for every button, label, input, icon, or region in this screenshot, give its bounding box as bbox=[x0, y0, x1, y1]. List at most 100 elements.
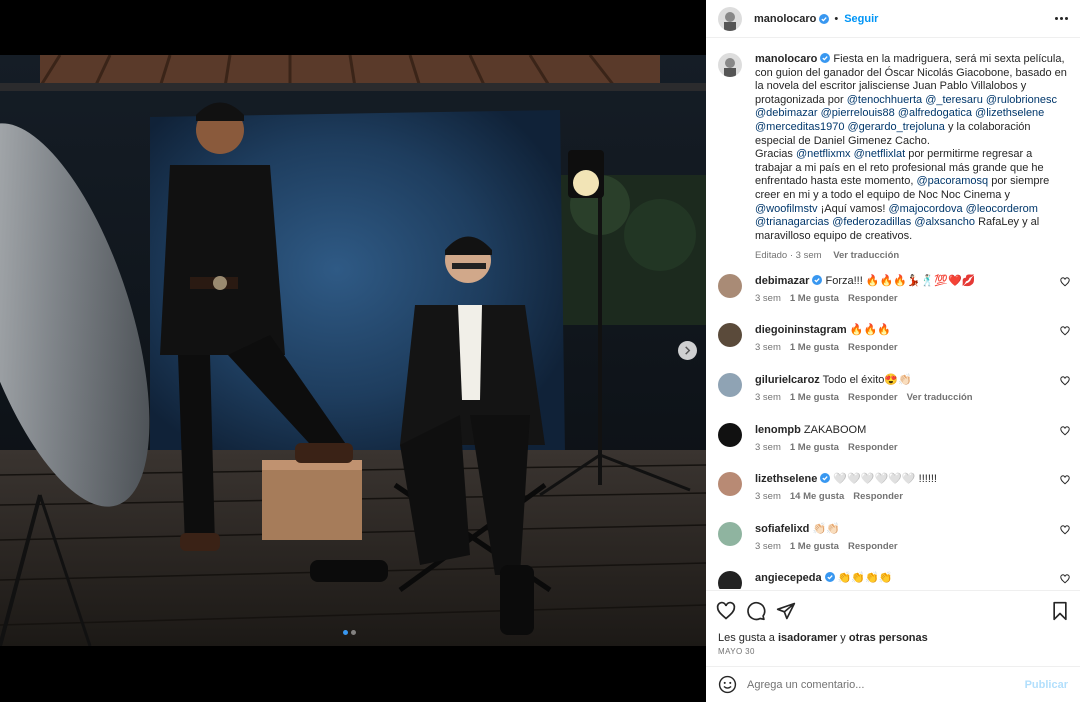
mention-link[interactable]: @majocordova bbox=[888, 203, 962, 215]
comment-username[interactable]: angiecepeda bbox=[755, 572, 822, 584]
photo-pane bbox=[0, 0, 706, 702]
reply-button[interactable]: Responder bbox=[848, 442, 898, 453]
comment-meta: 3 sem 1 Me gusta Responder bbox=[755, 441, 1068, 455]
mention-link[interactable]: @woofilmstv bbox=[755, 203, 818, 215]
follow-button[interactable]: Seguir bbox=[844, 13, 878, 25]
avatar[interactable] bbox=[718, 323, 742, 347]
comment-username[interactable]: gilurielcaroz bbox=[755, 374, 820, 386]
comment-heart-icon[interactable] bbox=[1060, 376, 1070, 386]
reply-button[interactable]: Responder bbox=[848, 392, 898, 403]
comment-heart-icon[interactable] bbox=[1060, 574, 1070, 584]
post-header: manolocaro • Seguir bbox=[706, 0, 1080, 38]
mention-link[interactable]: @netflixmx bbox=[796, 148, 851, 160]
reply-button[interactable]: Responder bbox=[848, 293, 898, 304]
comment-likes[interactable]: 1 Me gusta bbox=[790, 293, 839, 304]
mention-link[interactable]: @alxsancho bbox=[914, 216, 975, 228]
avatar[interactable] bbox=[718, 373, 742, 397]
carousel-indicator bbox=[343, 630, 356, 635]
comment-text: 🤍🤍🤍🤍🤍🤍 !!!!!! bbox=[833, 473, 937, 485]
post-photo[interactable] bbox=[0, 55, 706, 646]
reply-button[interactable]: Responder bbox=[853, 491, 903, 502]
comment-username[interactable]: diegoininstagram bbox=[755, 324, 847, 336]
caption-text: manolocaro Fiesta en la madriguera, será… bbox=[755, 53, 1068, 243]
comment-likes[interactable]: 1 Me gusta bbox=[790, 541, 839, 552]
avatar[interactable] bbox=[718, 522, 742, 546]
comment-text: 👏👏👏👏 bbox=[837, 572, 893, 584]
comment-heart-icon[interactable] bbox=[1060, 525, 1070, 535]
comment-item: lizethselene 🤍🤍🤍🤍🤍🤍 !!!!!! 3 sem 14 Me gus… bbox=[706, 472, 1080, 504]
heart-icon[interactable] bbox=[716, 601, 736, 621]
carousel-dot bbox=[351, 630, 356, 635]
comment-likes[interactable]: 1 Me gusta bbox=[790, 392, 839, 403]
comments-scroll[interactable]: manolocaro Fiesta en la madriguera, será… bbox=[706, 39, 1080, 589]
share-icon[interactable] bbox=[776, 601, 796, 621]
mention-link[interactable]: @_teresaru bbox=[925, 94, 983, 106]
separator-dot: • bbox=[834, 12, 839, 25]
comment-heart-icon[interactable] bbox=[1060, 277, 1070, 287]
likes-mid: y bbox=[837, 632, 849, 644]
comment-username[interactable]: sofiafelixd bbox=[755, 523, 809, 535]
comment-heart-icon[interactable] bbox=[1060, 426, 1070, 436]
comment-username[interactable]: debimazar bbox=[755, 275, 809, 287]
comment-item: angiecepeda 👏👏👏👏 bbox=[706, 571, 1080, 589]
mention-link[interactable]: @pierrelouis88 bbox=[821, 107, 895, 119]
reply-button[interactable]: Responder bbox=[848, 541, 898, 552]
comment-meta: 3 sem 14 Me gusta Responder bbox=[755, 490, 1068, 504]
comment-username[interactable]: lenompb bbox=[755, 424, 801, 436]
post-caption: manolocaro Fiesta en la madriguera, será… bbox=[706, 39, 1080, 263]
avatar[interactable] bbox=[718, 53, 742, 77]
post-sidebar: manolocaro • Seguir manolocaro Fiesta en… bbox=[706, 0, 1080, 702]
comment-likes[interactable]: 1 Me gusta bbox=[790, 442, 839, 453]
mention-link[interactable]: @trianagarcias bbox=[755, 216, 829, 228]
comment-likes[interactable]: 1 Me gusta bbox=[790, 342, 839, 353]
comment-username[interactable]: lizethselene bbox=[755, 473, 817, 485]
comment-item: gilurielcaroz Todo el éxito😍👏🏻 3 sem 1 Me … bbox=[706, 373, 1080, 405]
verified-icon bbox=[812, 275, 823, 285]
mention-link[interactable]: @tenochhuerta bbox=[847, 94, 922, 106]
avatar[interactable] bbox=[718, 472, 742, 496]
mention-link[interactable]: @merceditas1970 bbox=[755, 121, 844, 133]
comment-text: ZAKABOOM bbox=[803, 424, 867, 436]
mention-link[interactable]: @pacoramosq bbox=[916, 175, 988, 187]
avatar[interactable] bbox=[718, 423, 742, 447]
likes-others-link[interactable]: otras personas bbox=[849, 632, 928, 644]
comment-meta: 3 sem 1 Me gusta Responder bbox=[755, 341, 1068, 355]
mention-link[interactable]: @gerardo_trejoluna bbox=[848, 121, 945, 133]
likes-summary: Les gusta a isadoramer y otras personas bbox=[718, 632, 928, 644]
author-username[interactable]: manolocaro bbox=[754, 13, 816, 25]
comment-text: Todo el éxito😍👏🏻 bbox=[822, 374, 912, 386]
comment-icon[interactable] bbox=[746, 601, 766, 621]
avatar[interactable] bbox=[718, 6, 742, 31]
mention-link[interactable]: @leocorderom bbox=[966, 203, 1038, 215]
verified-icon bbox=[824, 572, 835, 582]
comment-item: debimazar Forza!!! 🔥🔥🔥💃🏻🕺🏻💯❤️💋 3 sem 1 Me … bbox=[706, 274, 1080, 306]
avatar[interactable] bbox=[718, 571, 742, 589]
likes-user[interactable]: isadoramer bbox=[778, 632, 837, 644]
mention-link[interactable]: @lizethselene bbox=[975, 107, 1044, 119]
comment-time: 3 sem bbox=[755, 442, 781, 453]
translate-link[interactable]: Ver traducción bbox=[833, 250, 899, 261]
post-date: MAYO 30 bbox=[718, 647, 755, 656]
reply-button[interactable]: Responder bbox=[848, 342, 898, 353]
edited-label: Editado · 3 sem bbox=[755, 250, 822, 262]
more-icon[interactable] bbox=[1055, 17, 1068, 20]
publish-button[interactable]: Publicar bbox=[1025, 679, 1068, 691]
caption-username[interactable]: manolocaro bbox=[755, 53, 817, 65]
mention-link[interactable]: @netflixlat bbox=[854, 148, 906, 160]
avatar[interactable] bbox=[718, 274, 742, 298]
mention-link[interactable]: @debimazar bbox=[755, 107, 818, 119]
comment-meta: 3 sem 1 Me gusta Responder bbox=[755, 540, 1068, 554]
comment-heart-icon[interactable] bbox=[1060, 475, 1070, 485]
mention-link[interactable]: @rulobrionesc bbox=[986, 94, 1057, 106]
mention-link[interactable]: @federozadillas bbox=[832, 216, 911, 228]
translate-link[interactable]: Ver traducción bbox=[907, 392, 973, 403]
comment-input[interactable] bbox=[747, 678, 1025, 691]
comment-text: 👏🏻👏🏻 bbox=[812, 523, 840, 535]
comment-likes[interactable]: 14 Me gusta bbox=[790, 491, 844, 502]
mention-link[interactable]: @alfredogatica bbox=[898, 107, 972, 119]
emoji-icon[interactable] bbox=[718, 675, 737, 694]
comment-heart-icon[interactable] bbox=[1060, 326, 1070, 336]
next-photo-button[interactable] bbox=[678, 341, 697, 360]
caption-meta: Editado · 3 sem Ver traducción bbox=[755, 249, 1068, 263]
save-icon[interactable] bbox=[1050, 601, 1070, 621]
